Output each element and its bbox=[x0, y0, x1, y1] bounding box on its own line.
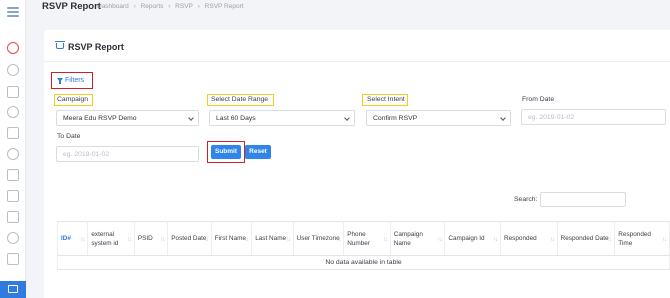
to-date-label: To Date bbox=[57, 133, 81, 140]
date-range-label: Select Date Range bbox=[211, 96, 269, 103]
intent-label: Select Intent bbox=[367, 96, 405, 103]
breadcrumb-dashboard[interactable]: Dashboard bbox=[97, 3, 129, 10]
intent-select-value: Confirm RSVP bbox=[373, 115, 418, 122]
column-header-first-name[interactable]: First Name ↑↓ bbox=[211, 221, 253, 256]
breadcrumb-separator: › bbox=[133, 3, 136, 10]
sort-icon: ↑↓ bbox=[662, 237, 667, 243]
campaign-select[interactable]: Meera Edu RSVP Demo bbox=[56, 110, 199, 126]
date-range-select-value: Last 60 Days bbox=[216, 115, 256, 122]
rsvp-icon bbox=[8, 285, 18, 293]
sort-icon: ↑↓ bbox=[382, 237, 388, 243]
breadcrumb-current: RSVP Report bbox=[204, 3, 244, 10]
chevron-down-icon bbox=[344, 115, 350, 121]
breadcrumb: Dashboard › Reports › RSVP › RSVP Report bbox=[97, 3, 247, 10]
column-header-phone-number[interactable]: Phone Number ↑↓ bbox=[343, 221, 391, 256]
file-icon[interactable] bbox=[7, 253, 19, 265]
sidebar bbox=[0, 0, 26, 298]
table-header-row: ID# ↑↓ external system id ↑↓ PSID ↑↓ Posted… bbox=[56, 221, 670, 256]
basket-icon bbox=[55, 41, 65, 49]
sort-icon: ↑↓ bbox=[549, 237, 555, 243]
chevron-down-icon bbox=[188, 115, 194, 121]
face-icon[interactable] bbox=[7, 106, 19, 118]
filters-toggle[interactable]: Filters bbox=[65, 77, 84, 84]
column-header-external-system-id[interactable]: external system id ↑↓ bbox=[87, 221, 135, 256]
column-header-campaign-id[interactable]: Campaign Id ↑↓ bbox=[444, 221, 501, 256]
page-title: RSVP Report bbox=[42, 1, 101, 12]
submit-button[interactable]: Submit bbox=[211, 145, 241, 159]
grid-icon[interactable] bbox=[7, 127, 19, 139]
alert-icon[interactable] bbox=[7, 42, 19, 54]
sort-icon: ↑↓ bbox=[244, 237, 249, 243]
campaign-select-value: Meera Edu RSVP Demo bbox=[63, 115, 137, 122]
empty-table-message: No data available in table bbox=[57, 255, 670, 270]
campaign-label: Campaign bbox=[57, 96, 88, 103]
bell-icon[interactable] bbox=[7, 232, 19, 244]
breadcrumb-reports[interactable]: Reports bbox=[141, 3, 164, 10]
user-icon[interactable] bbox=[7, 64, 19, 76]
column-header-user-timezone[interactable]: User Timezone ↑↓ bbox=[293, 221, 345, 256]
home-icon[interactable] bbox=[7, 86, 19, 98]
breadcrumb-separator: › bbox=[168, 3, 171, 10]
chevron-down-icon bbox=[500, 115, 506, 121]
column-header-last-name[interactable]: Last Name ↑↓ bbox=[251, 221, 294, 256]
rsvp-table: ID# ↑↓ external system id ↑↓ PSID ↑↓ Posted… bbox=[56, 221, 670, 270]
column-header-posted-date[interactable]: Posted Date ↑↓ bbox=[167, 221, 212, 256]
intent-select[interactable]: Confirm RSVP bbox=[366, 110, 511, 126]
search-label: Search: bbox=[514, 196, 538, 203]
menu-icon[interactable] bbox=[7, 7, 19, 17]
sort-icon: ↑↓ bbox=[437, 237, 442, 243]
report-icon[interactable] bbox=[7, 190, 19, 202]
breadcrumb-rsvp[interactable]: RSVP bbox=[175, 3, 193, 10]
column-header-responded[interactable]: Responded ↑↓ bbox=[500, 221, 558, 256]
sort-icon: ↑↓ bbox=[336, 237, 341, 243]
from-date-input[interactable]: eg. 2019-01-02 bbox=[521, 109, 666, 125]
column-header-responded-time[interactable]: Responded Time ↑↓ bbox=[614, 221, 670, 256]
column-header-campaign-name[interactable]: Campaign Name ↑↓ bbox=[390, 221, 446, 256]
sort-icon: ↑↓ bbox=[203, 237, 209, 243]
breadcrumb-separator: › bbox=[197, 3, 200, 10]
from-date-label: From Date bbox=[522, 96, 555, 103]
sort-icon: ↑↓ bbox=[80, 237, 85, 243]
to-date-input[interactable]: eg. 2019-01-02 bbox=[56, 146, 199, 162]
reset-button[interactable]: Reset bbox=[245, 145, 271, 159]
sort-icon: ↑↓ bbox=[160, 237, 165, 243]
card-header: RSVP Report bbox=[44, 30, 670, 62]
inbox-icon[interactable] bbox=[7, 211, 19, 223]
table-row: No data available in table bbox=[57, 255, 670, 270]
document-icon[interactable] bbox=[7, 169, 19, 181]
date-range-select[interactable]: Last 60 Days bbox=[209, 110, 355, 126]
column-header-id[interactable]: ID# ↑↓ bbox=[56, 221, 89, 256]
card-title: RSVP Report bbox=[68, 42, 124, 52]
sort-icon: ↑↓ bbox=[285, 237, 291, 243]
column-header-responded-date[interactable]: Responded Date ↑↓ bbox=[557, 221, 616, 256]
sort-icon: ↑↓ bbox=[607, 237, 612, 243]
search-input[interactable] bbox=[540, 192, 626, 207]
filter-icon-stem bbox=[59, 81, 61, 84]
gear-icon[interactable] bbox=[7, 148, 19, 160]
sort-icon: ↑↓ bbox=[126, 237, 132, 243]
sort-icon: ↑↓ bbox=[493, 237, 498, 243]
column-header-psid[interactable]: PSID ↑↓ bbox=[134, 221, 169, 256]
